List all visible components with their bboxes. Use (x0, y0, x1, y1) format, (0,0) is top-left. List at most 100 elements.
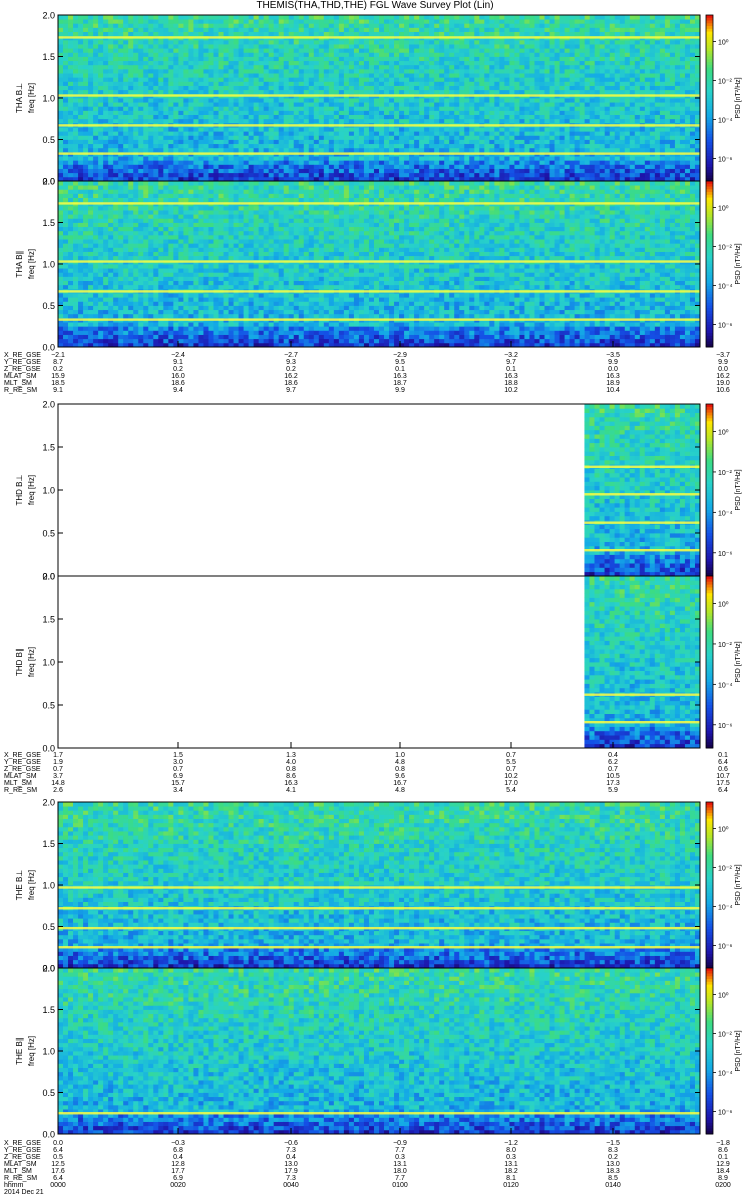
ephemeris-value: 16.2 (271, 373, 311, 380)
ephemeris-block-the: X_RE_GSE 0.0 −0.3 −0.6 −0.9 −1.2 −1.5 −1.8 Y_RE_… (0, 1140, 750, 1198)
ephemeris-block-tha: X_RE_GSE −2.1 −2.4 −2.7 −2.9 −3.2 −3.5 −3.7 Y_RE… (0, 352, 750, 396)
harmonic-band-2 (58, 926, 700, 930)
colorbar-tick-label: 10⁰ (718, 826, 729, 834)
y-axis-label-unit: freq [Hz] (27, 83, 36, 113)
ephemeris-value: 6.4 (703, 759, 743, 766)
ephemeris-value: 0.0 (38, 1140, 78, 1147)
harmonic-band-4 (58, 886, 700, 889)
ephemeris-value: 16.2 (703, 373, 743, 380)
colorbar-tick-label: 10⁰ (718, 39, 729, 47)
ephemeris-value: 6.9 (158, 1175, 198, 1182)
ephemeris-value: 18.3 (593, 1168, 633, 1175)
ephemeris-value: 15.9 (38, 373, 78, 380)
ephemeris-value: 8.6 (271, 773, 311, 780)
colorbar-tick-label: 10⁰ (718, 429, 729, 437)
ephemeris-value: 18.6 (158, 380, 198, 387)
ephemeris-value: 9.4 (158, 387, 198, 394)
heatmap-cells (58, 802, 701, 969)
ephemeris-value: 0.1 (703, 752, 743, 759)
ephemeris-value: 6.9 (158, 773, 198, 780)
y-axis-label-unit: freq [Hz] (27, 249, 36, 279)
y-tick-label: 1.5 (42, 615, 55, 625)
ephemeris-value: 5.5 (491, 759, 531, 766)
ephemeris-value: 6.2 (593, 759, 633, 766)
ephemeris-value: 0040 (271, 1182, 311, 1189)
y-tick-label: 1.5 (42, 52, 55, 62)
spectrogram-figure: 0.00.51.01.52.0THA B⊥ freq [Hz]10⁰10⁻²10⁻… (15, 11, 742, 1140)
colorbar-tick-label: 10⁰ (718, 601, 729, 609)
ephemeris-value: 16.3 (380, 373, 420, 380)
ephemeris-value: 9.7 (491, 359, 531, 366)
ephemeris-row-label: Y_RE_GSE (4, 359, 41, 366)
colorbar: 10⁰ 10⁻² 10⁻⁴ 10⁻⁶ PSD [nT²/Hz] (705, 403, 742, 577)
ephemeris-value: 7.3 (271, 1147, 311, 1154)
ephemeris-value: 0.7 (593, 766, 633, 773)
y-tick-label: 0.5 (42, 922, 55, 932)
y-tick-label: 2.0 (42, 964, 55, 974)
ephemeris-row-label: R_RE_SM (4, 787, 37, 794)
harmonic-band-1 (584, 721, 700, 724)
ephemeris-value: 4.8 (380, 787, 420, 794)
ephemeris-value: 9.3 (271, 359, 311, 366)
ephemeris-value: 7.3 (271, 1175, 311, 1182)
y-tick-label: 1.0 (42, 94, 55, 104)
ephemeris-value: 0.0 (703, 366, 743, 373)
y-tick-label: 1.0 (42, 260, 55, 270)
ephemeris-value: 0.6 (703, 766, 743, 773)
ephemeris-value: −1.5 (593, 1140, 633, 1147)
y-tick-label: 0.5 (42, 701, 55, 711)
ephemeris-value: 1.9 (38, 759, 78, 766)
ephemeris-value: 0.3 (491, 1154, 531, 1161)
y-tick-label: 1.5 (42, 839, 55, 849)
ephemeris-value: 14.8 (38, 780, 78, 787)
ephemeris-value: 10.2 (491, 387, 531, 394)
ephemeris-value: 10.7 (703, 773, 743, 780)
colorbar-tick-label: 10⁰ (718, 992, 729, 1000)
ephemeris-value: 7.7 (380, 1147, 420, 1154)
ephemeris-row-label: MLT_SM (4, 380, 32, 387)
y-tick-label: 1.0 (42, 881, 55, 891)
colorbar-tick-label: 10⁻⁶ (718, 551, 732, 558)
ephemeris-value: 13.1 (380, 1161, 420, 1168)
ephemeris-value: 0120 (491, 1182, 531, 1189)
colorbar-label: PSD [nT²/Hz] (735, 1030, 742, 1071)
ephemeris-value: −3.7 (703, 352, 743, 359)
spectrogram-panel-3: 0.00.51.01.52.0THD B⊥ freq [Hz]10⁰10⁻²10⁻… (15, 400, 742, 582)
ephemeris-value: 16.3 (271, 780, 311, 787)
ephemeris-row-label: Y_RE_GSE (4, 1147, 41, 1154)
ephemeris-value: 17.5 (703, 780, 743, 787)
ephemeris-value: 12.5 (38, 1161, 78, 1168)
harmonic-band-3 (58, 94, 700, 97)
harmonic-band-1 (58, 1112, 700, 1115)
ephemeris-value: −2.7 (271, 352, 311, 359)
ephemeris-value: 12.8 (158, 1161, 198, 1168)
ephemeris-value: −2.9 (380, 352, 420, 359)
heatmap-cells (58, 181, 701, 348)
ephemeris-value: −1.2 (491, 1140, 531, 1147)
ephemeris-value: 1.3 (271, 752, 311, 759)
ephemeris-row-label: hhmm (4, 1182, 23, 1189)
colorbar-tick-label: 10⁻⁴ (718, 284, 733, 291)
colorbar-tick-label: 10⁻² (718, 79, 732, 86)
ephemeris-value: 9.9 (380, 387, 420, 394)
y-axis-label-probe: THD B∥ (15, 648, 24, 676)
ephemeris-value: 1.7 (38, 752, 78, 759)
ephemeris-row-label: MLT_SM (4, 780, 32, 787)
ephemeris-value: 17.3 (593, 780, 633, 787)
ephemeris-value: 0.7 (491, 766, 531, 773)
ephemeris-value: 7.7 (380, 1175, 420, 1182)
y-axis-label-unit: freq [Hz] (27, 1036, 36, 1066)
ephemeris-value: 3.0 (158, 759, 198, 766)
ephemeris-value: 0.2 (593, 1154, 633, 1161)
ephemeris-value: −0.6 (271, 1140, 311, 1147)
ephemeris-block-thd: X_RE_GSE 1.7 1.5 1.3 1.0 0.7 0.4 0.1 Y_RE_GSE 1.9… (0, 752, 750, 796)
ephemeris-value: 0.4 (593, 752, 633, 759)
ephemeris-value: 16.3 (593, 373, 633, 380)
ephemeris-value: 5.4 (491, 787, 531, 794)
heatmap-cells (58, 968, 701, 1135)
ephemeris-row-label: X_RE_GSE (4, 352, 41, 359)
ephemeris-value: 0.7 (491, 752, 531, 759)
ephemeris-row-label: R_RE_SM (4, 1175, 37, 1182)
ephemeris-value: 0100 (380, 1182, 420, 1189)
ephemeris-value: 0.7 (38, 766, 78, 773)
